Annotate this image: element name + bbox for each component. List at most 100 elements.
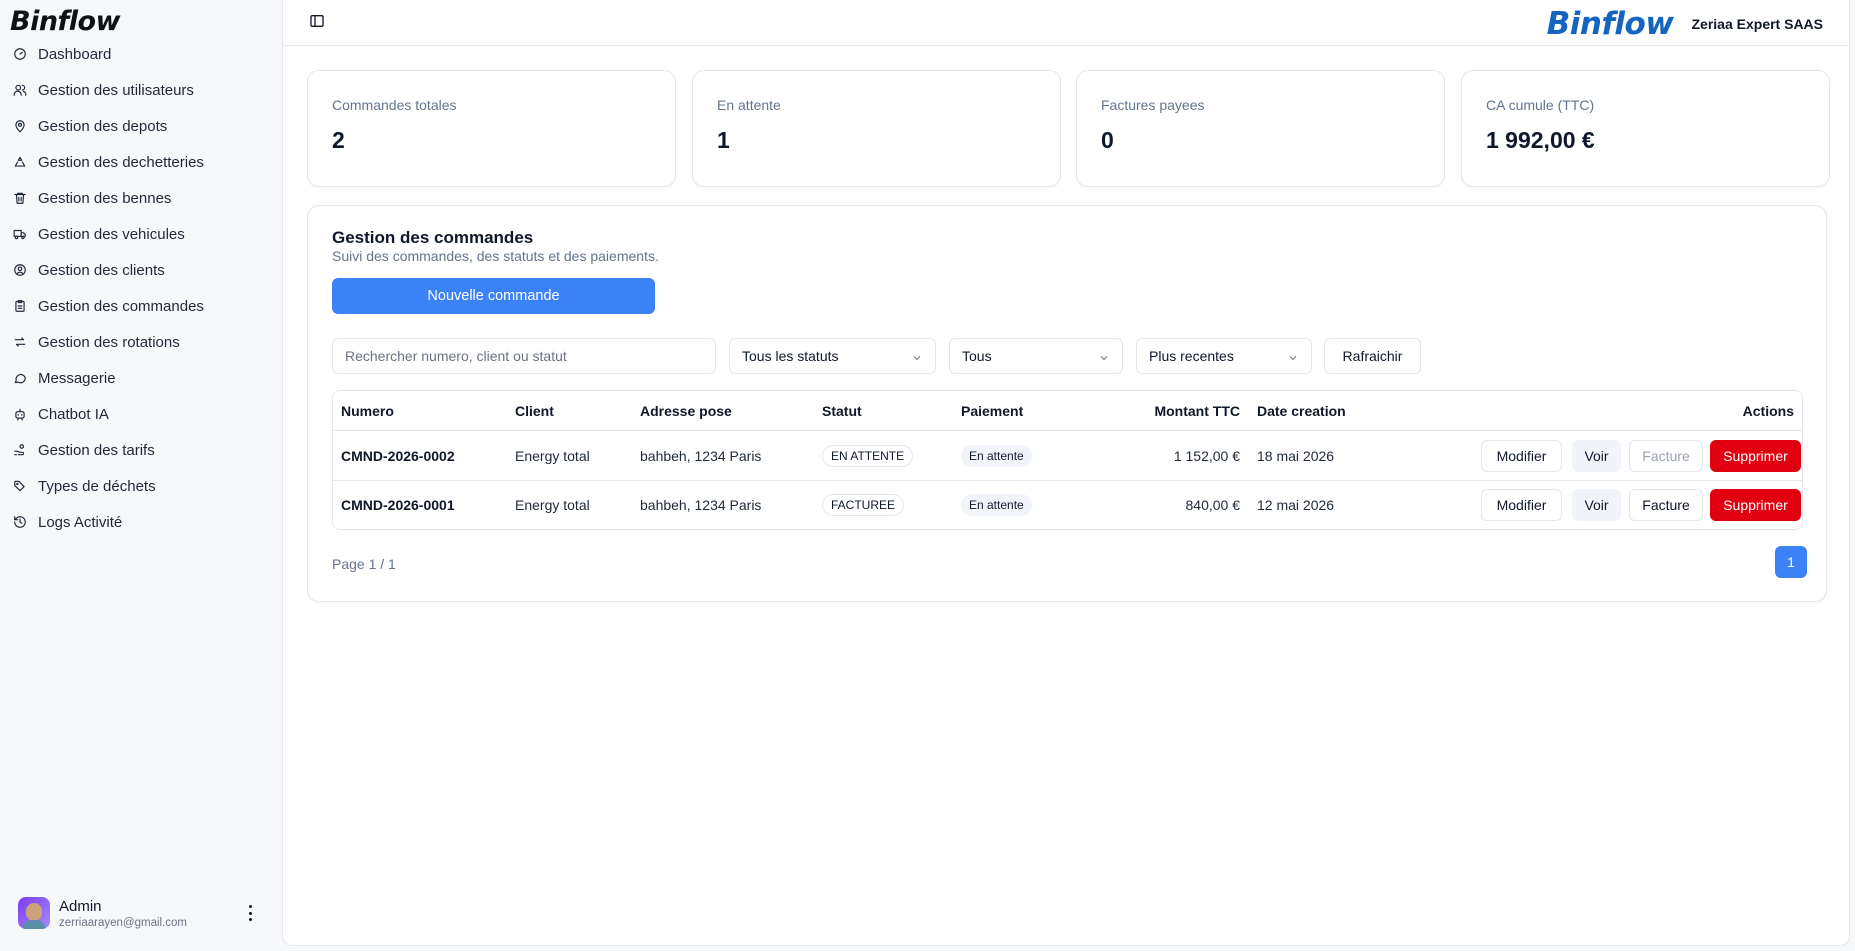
trash-icon <box>12 190 28 206</box>
status-filter-select[interactable]: Tous les statuts <box>729 338 936 374</box>
order-number: CMND-2026-0002 <box>341 448 455 464</box>
status-badge: EN ATTENTE <box>822 445 914 467</box>
refresh-button[interactable]: Rafraichir <box>1324 338 1421 374</box>
sidebar-item-vehicules[interactable]: Gestion des vehicules <box>0 216 282 252</box>
sidebar-item-label: Chatbot IA <box>38 405 109 423</box>
clipboard-icon <box>12 298 28 314</box>
pagination-text: Page 1 / 1 <box>332 556 396 572</box>
brand: Binflow Zeriaa Expert SAAS <box>1547 6 1823 42</box>
history-icon <box>12 514 28 530</box>
avatar <box>18 897 50 929</box>
page-title: Gestion des commandes <box>332 228 534 247</box>
users-icon <box>12 82 28 98</box>
gauge-icon <box>12 46 28 62</box>
payment-filter-select[interactable]: Tous <box>949 338 1123 374</box>
sidebar-item-label: Gestion des utilisateurs <box>38 81 194 99</box>
company-name: Zeriaa Expert SAAS <box>1691 16 1824 32</box>
invoice-button[interactable]: Facture <box>1629 489 1703 521</box>
table-row: CMND-2026-0001 Energy total bahbeh, 1234… <box>333 481 1802 529</box>
status-badge: FACTUREE <box>822 494 905 516</box>
sidebar-item-logs[interactable]: Logs Activité <box>0 504 282 540</box>
sidebar-item-label: Types de déchets <box>38 477 156 495</box>
order-date: 12 mai 2026 <box>1257 497 1335 513</box>
sidebar-item-label: Gestion des depots <box>38 117 168 135</box>
table-header: Numero Client Adresse pose Statut Paieme… <box>333 391 1802 431</box>
stat-card-pending: En attente 1 <box>692 70 1061 187</box>
order-amount: 1 152,00 € <box>1173 448 1240 464</box>
payment-filter-value: Tous <box>962 348 992 364</box>
stat-card-paid: Factures payees 0 <box>1076 70 1445 187</box>
search-input[interactable] <box>332 338 716 374</box>
chevron-down-icon <box>911 351 923 363</box>
sidebar-item-commandes[interactable]: Gestion des commandes <box>0 288 282 324</box>
user-email: zerriaarayen@gmail.com <box>59 916 187 929</box>
modify-button[interactable]: Modifier <box>1481 489 1562 521</box>
user-name: Admin <box>59 897 102 915</box>
stat-card-total: Commandes totales 2 <box>307 70 676 187</box>
topbar: Binflow Zeriaa Expert SAAS <box>283 0 1849 46</box>
sidebar-item-depots[interactable]: Gestion des depots <box>0 108 282 144</box>
table-row: CMND-2026-0002 Energy total bahbeh, 1234… <box>333 432 1802 481</box>
sidebar-item-label: Gestion des rotations <box>38 333 180 351</box>
sidebar-item-dashboard[interactable]: Dashboard <box>0 36 282 72</box>
sidebar-logo: Binflow <box>10 6 121 37</box>
recycle-icon <box>12 154 28 170</box>
sidebar-nav: Dashboard Gestion des utilisateurs Gesti… <box>0 36 282 540</box>
sidebar-toggle-icon[interactable] <box>309 13 327 31</box>
page-button[interactable]: 1 <box>1775 546 1807 578</box>
sidebar-item-label: Gestion des commandes <box>38 297 204 315</box>
sidebar-item-label: Gestion des bennes <box>38 189 172 207</box>
column-header: Montant TTC <box>1154 403 1240 419</box>
sidebar-item-label: Gestion des tarifs <box>38 441 155 459</box>
status-filter-value: Tous les statuts <box>742 348 839 364</box>
sidebar-item-users[interactable]: Gestion des utilisateurs <box>0 72 282 108</box>
brand-logo: Binflow <box>1546 6 1674 42</box>
column-header: Adresse pose <box>640 403 732 419</box>
column-header: Client <box>515 403 554 419</box>
chevron-down-icon <box>1287 351 1299 363</box>
stat-label: Commandes totales <box>332 97 457 113</box>
sidebar-item-clients[interactable]: Gestion des clients <box>0 252 282 288</box>
message-icon <box>12 370 28 386</box>
view-button[interactable]: Voir <box>1572 489 1621 521</box>
invoice-button[interactable]: Facture <box>1629 440 1703 472</box>
arrows-swap-icon <box>12 334 28 350</box>
sidebar-item-label: Logs Activité <box>38 513 123 531</box>
new-order-button[interactable]: Nouvelle commande <box>332 278 655 314</box>
more-vertical-icon[interactable] <box>244 905 256 921</box>
map-pin-icon <box>12 118 28 134</box>
sidebar-item-messagerie[interactable]: Messagerie <box>0 360 282 396</box>
sort-select[interactable]: Plus recentes <box>1136 338 1312 374</box>
sidebar-item-bennes[interactable]: Gestion des bennes <box>0 180 282 216</box>
sidebar-item-tarifs[interactable]: Gestion des tarifs <box>0 432 282 468</box>
view-button[interactable]: Voir <box>1572 440 1621 472</box>
stat-value: 0 <box>1101 127 1114 153</box>
delete-button[interactable]: Supprimer <box>1710 489 1801 521</box>
user-profile[interactable]: Admin zerriaarayen@gmail.com <box>0 893 282 933</box>
order-address: bahbeh, 1234 Paris <box>640 497 762 513</box>
sidebar-item-label: Gestion des dechetteries <box>38 153 204 171</box>
sort-value: Plus recentes <box>1149 348 1234 364</box>
chevron-down-icon <box>1098 351 1110 363</box>
payment-badge: En attente <box>961 494 1032 516</box>
orders-panel: Gestion des commandes Suivi des commande… <box>307 205 1827 602</box>
payment-badge: En attente <box>961 445 1032 467</box>
tags-icon <box>12 478 28 494</box>
sidebar-item-dechetteries[interactable]: Gestion des dechetteries <box>0 144 282 180</box>
sidebar: Binflow Dashboard Gestion des utilisateu… <box>0 0 282 951</box>
delete-button[interactable]: Supprimer <box>1710 440 1801 472</box>
stat-value: 1 <box>717 127 730 153</box>
orders-table: Numero Client Adresse pose Statut Paieme… <box>332 390 1803 530</box>
user-circle-icon <box>12 262 28 278</box>
column-header: Date creation <box>1257 403 1346 419</box>
sidebar-item-types-dechets[interactable]: Types de déchets <box>0 468 282 504</box>
sidebar-item-rotations[interactable]: Gestion des rotations <box>0 324 282 360</box>
order-amount: 840,00 € <box>1185 497 1241 513</box>
stat-card-revenue: CA cumule (TTC) 1 992,00 € <box>1461 70 1830 187</box>
column-header: Paiement <box>961 403 1024 419</box>
modify-button[interactable]: Modifier <box>1481 440 1562 472</box>
order-client: Energy total <box>515 497 590 513</box>
sidebar-item-chatbot[interactable]: Chatbot IA <box>0 396 282 432</box>
order-date: 18 mai 2026 <box>1257 448 1335 464</box>
column-header: Actions <box>1742 403 1794 419</box>
